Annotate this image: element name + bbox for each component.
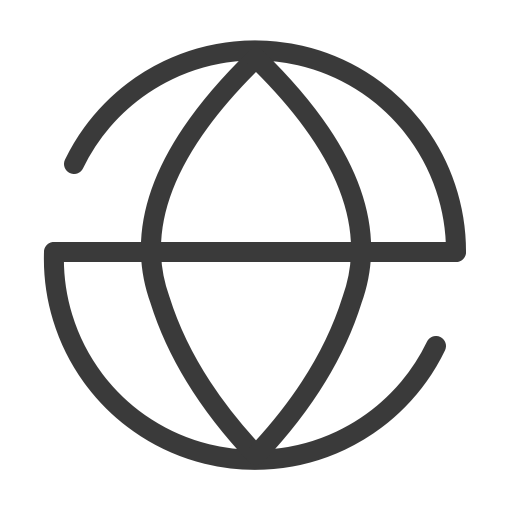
- icon-canvas: [0, 0, 512, 512]
- globe-icon: [43, 40, 467, 470]
